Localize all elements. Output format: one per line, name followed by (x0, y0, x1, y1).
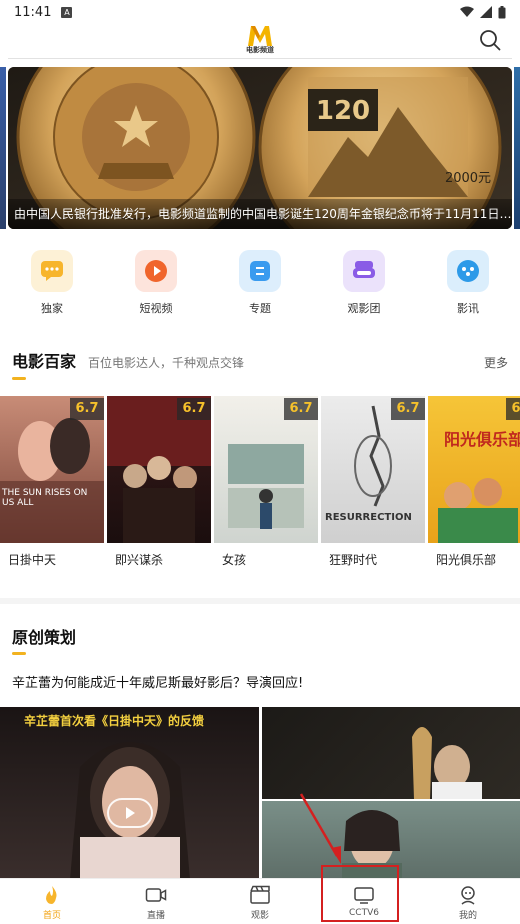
section-subtitle: 百位电影达人，千种观点交锋 (88, 356, 245, 370)
banner-prev-peek[interactable] (0, 67, 6, 229)
rating-badge: 6.7 (177, 398, 211, 420)
section-title: 电影百家 (12, 352, 77, 371)
poster-title-text: RESURRECTION (325, 512, 412, 523)
poster-title-text: 阳光俱乐部 (444, 430, 520, 449)
quick-nav-label: 影讯 (457, 302, 479, 315)
app-logo[interactable]: 电影频道 (243, 24, 277, 58)
movie-card[interactable]: 阳光俱乐部 6.7 阳光俱乐部 (428, 396, 520, 568)
status-time: 11:41 (14, 4, 52, 20)
movie-title: 狂野时代 (329, 553, 378, 567)
movie-title: 即兴谋杀 (115, 553, 164, 567)
nav-home[interactable]: 首页 (0, 879, 104, 924)
flame-icon (46, 886, 57, 904)
vr-glasses-icon (353, 261, 375, 278)
article-video-thumbnail[interactable]: 辛芷蕾首次看《日掛中天》的反馈 (0, 707, 259, 879)
banner-carousel[interactable]: 120 2000元 由中国人民银行批准发行，电影频道监制的中国电影诞生120周年… (8, 67, 512, 229)
rating-badge: 6.7 (284, 398, 318, 420)
section-accent-bar (12, 377, 26, 380)
user-icon (461, 886, 475, 905)
quick-nav-news[interactable]: 影讯 (416, 250, 520, 320)
quick-nav-short-video[interactable]: 短视频 (104, 250, 208, 320)
original-section-header: 原创策划 (12, 624, 508, 648)
thumbnail-art (412, 727, 482, 799)
movie-poster: RESURRECTION 6.7 (321, 396, 425, 543)
quick-nav-icon-bg (343, 250, 385, 292)
clapperboard-icon (250, 885, 270, 904)
movie-poster: 阳光俱乐部 6.7 (428, 396, 520, 543)
movie-poster: 6.7 (214, 396, 318, 543)
nav-label: 观影 (250, 911, 269, 921)
status-icons (460, 5, 506, 19)
more-link[interactable]: 更多 (484, 354, 508, 371)
quick-nav-icon-bg (447, 250, 489, 292)
quick-nav-icon-bg (239, 250, 281, 292)
poster-title-text: THE SUN RISES ON US ALL (2, 488, 88, 508)
movie-list: THE SUN RISES ON US ALL 6.7 日掛中天 6.7 即兴谋… (0, 396, 520, 576)
movie-title: 女孩 (222, 553, 247, 567)
video-overlay-text: 辛芷蕾首次看《日掛中天》的反馈 (24, 714, 205, 728)
banner-next-peek[interactable] (514, 67, 520, 229)
quick-nav-icon-bg (135, 250, 177, 292)
quick-nav: 独家 短视频 专题 观影团 影讯 (0, 250, 520, 320)
quick-nav-label: 短视频 (139, 302, 173, 315)
nav-label: 首页 (42, 911, 61, 921)
play-button[interactable] (107, 798, 153, 828)
movie-poster: THE SUN RISES ON US ALL 6.7 (0, 396, 104, 543)
annotation-arrow (299, 793, 341, 864)
svg-text:120: 120 (316, 96, 370, 126)
movie-poster: 6.7 (107, 396, 211, 543)
banner-caption[interactable]: 由中国人民银行批准发行，电影频道监制的中国电影诞生120周年金银纪念币将于11月… (8, 199, 512, 229)
quick-nav-label: 专题 (249, 302, 271, 315)
article-media[interactable]: 辛芷蕾首次看《日掛中天》的反馈 (0, 707, 520, 879)
app-header: 电影频道 (0, 24, 520, 60)
movie-title: 日掛中天 (8, 553, 57, 567)
rating-badge: 6.7 (391, 398, 425, 420)
header-divider (8, 58, 512, 59)
movie-card[interactable]: RESURRECTION 6.7 狂野时代 (321, 396, 425, 568)
logo-text: 电影频道 (246, 46, 274, 54)
chat-icon (41, 261, 63, 281)
movie-card[interactable]: 6.7 女孩 (214, 396, 318, 568)
quick-nav-topic[interactable]: 专题 (208, 250, 312, 320)
rating-badge: 6.7 (70, 398, 104, 420)
bottom-nav: 首页 直播 观影 CCTV6 我的 (0, 878, 520, 924)
svg-text:2000元: 2000元 (445, 171, 491, 186)
signal-icon (480, 6, 492, 18)
nav-label: 我的 (458, 911, 477, 921)
search-icon[interactable] (478, 28, 502, 52)
annotation-highlight-box (321, 865, 399, 922)
logo-mark-icon (248, 26, 272, 46)
status-bar: 11:41 A (0, 0, 520, 24)
quick-nav-icon-bg (31, 250, 73, 292)
play-circle-icon (145, 260, 167, 282)
movie-title: 阳光俱乐部 (436, 553, 497, 567)
topic-icon (250, 261, 270, 281)
quick-nav-label: 独家 (41, 302, 63, 315)
article-title[interactable]: 辛芷蕾为何能成近十年威尼斯最好影后？导演回应! (12, 672, 303, 691)
wifi-icon (460, 6, 474, 17)
movie-section-header: 电影百家 百位电影达人，千种观点交锋 更多 (12, 348, 508, 372)
rating-badge: 6.7 (506, 398, 520, 420)
camera-icon (145, 888, 167, 902)
notification-icon: A (61, 6, 73, 18)
movie-card[interactable]: 6.7 即兴谋杀 (107, 396, 211, 568)
gamepad-icon (457, 260, 479, 282)
battery-icon (498, 5, 506, 18)
nav-live[interactable]: 直播 (104, 879, 208, 924)
nav-me[interactable]: 我的 (416, 879, 520, 924)
nav-label: 直播 (146, 911, 165, 921)
play-icon (126, 807, 135, 819)
quick-nav-label: 观影团 (347, 302, 381, 315)
nav-watch[interactable]: 观影 (208, 879, 312, 924)
section-title: 原创策划 (12, 628, 77, 647)
section-divider (0, 598, 520, 604)
section-accent-bar (12, 652, 26, 655)
thumbnail-art (70, 742, 190, 879)
quick-nav-viewing-group[interactable]: 观影团 (312, 250, 416, 320)
movie-card[interactable]: THE SUN RISES ON US ALL 6.7 日掛中天 (0, 396, 104, 568)
quick-nav-exclusive[interactable]: 独家 (0, 250, 104, 320)
article-image-top[interactable] (262, 707, 520, 799)
